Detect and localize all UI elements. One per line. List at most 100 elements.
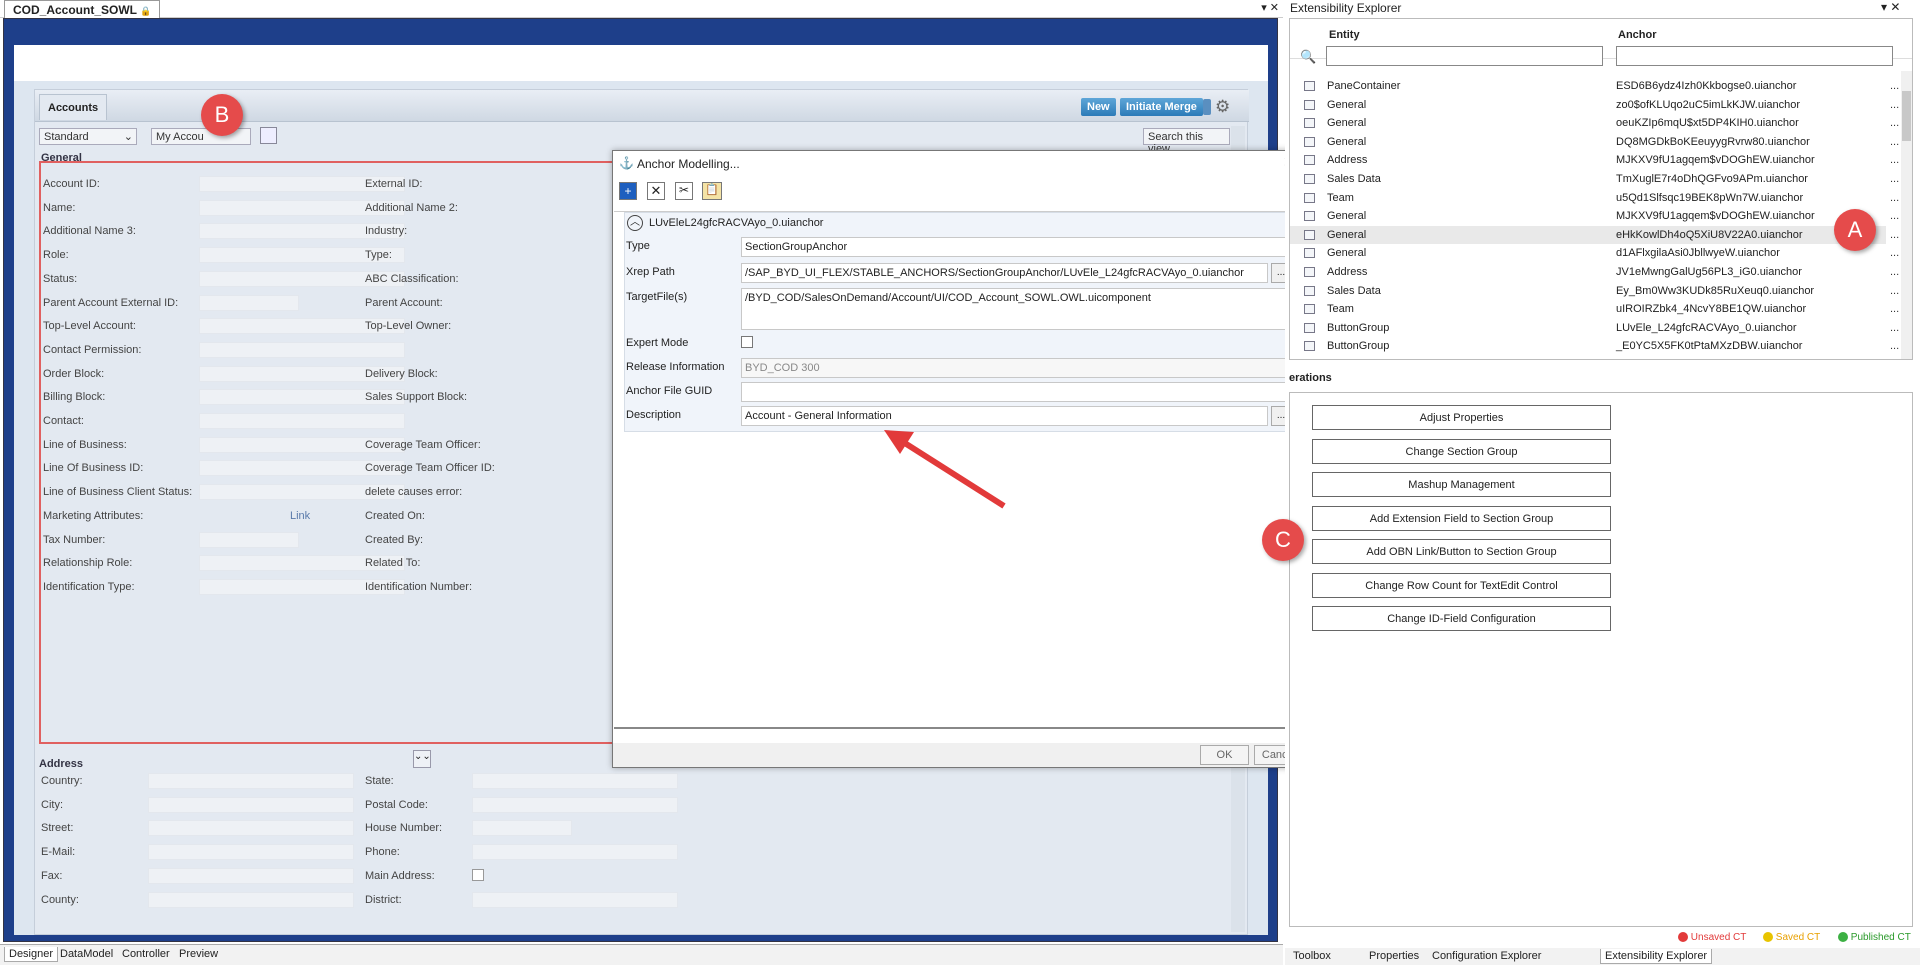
dialog-field-1[interactable]: /SAP_BYD_UI_FLEX/STABLE_ANCHORS/SectionG… xyxy=(741,263,1268,283)
row-ellipsis-button[interactable]: ... xyxy=(1890,303,1899,315)
field-input[interactable] xyxy=(472,844,678,861)
dialog-field-0[interactable]: SectionGroupAnchor xyxy=(741,237,1290,257)
dialog-row-label: Anchor File GUID xyxy=(626,385,713,397)
annotation-arrow xyxy=(884,430,1006,509)
entity-cell: Team xyxy=(1327,191,1354,204)
table-row[interactable]: General MJKXV9fU1agqem$vDOGhEW.uianchor..… xyxy=(1290,207,1899,226)
row-ellipsis-button[interactable]: ... xyxy=(1890,80,1899,92)
table-scrollbar[interactable] xyxy=(1901,71,1912,359)
right-bottom-tab[interactable]: Configuration Explorer xyxy=(1428,949,1545,963)
field-input[interactable] xyxy=(148,891,354,908)
entity-cell: Team xyxy=(1327,303,1354,316)
row-ellipsis-button[interactable]: ... xyxy=(1890,173,1899,185)
anchor-cell: LUvEle_L24gfcRACVAyo_0.uianchor xyxy=(1616,321,1797,334)
table-row[interactable]: Sales Data Ey_Bm0Ww3KUDk85RuXeuq0.uiancho… xyxy=(1290,282,1899,301)
row-ellipsis-button[interactable]: ... xyxy=(1890,322,1899,334)
anchor-filter-input[interactable] xyxy=(1616,46,1893,66)
operation-button[interactable]: Adjust Properties xyxy=(1312,405,1611,430)
table-row[interactable]: ButtonGroup LUvEle_L24gfcRACVAyo_0.uianch… xyxy=(1290,319,1899,338)
bottom-tab[interactable]: Controller xyxy=(118,947,174,961)
field-input[interactable] xyxy=(472,773,678,789)
field-label: County: xyxy=(41,893,79,906)
dialog-field-2[interactable]: /BYD_COD/SalesOnDemand/Account/UI/COD_Ac… xyxy=(741,288,1290,330)
legend-unsaved: Unsaved CT xyxy=(1678,932,1746,943)
row-ellipsis-button[interactable]: ... xyxy=(1890,266,1899,278)
ok-button[interactable]: OK xyxy=(1200,745,1249,765)
table-row[interactable]: General oeuKZIp6mqU$xt5DP4KIH0.uianchor..… xyxy=(1290,114,1899,133)
entity-icon xyxy=(1304,81,1315,91)
bottom-tab[interactable]: Preview xyxy=(175,947,222,961)
lock-icon: 🔒 xyxy=(140,6,152,16)
row-ellipsis-button[interactable]: ... xyxy=(1890,229,1899,241)
doc-window-controls[interactable]: ▾ ✕ xyxy=(1261,1,1279,14)
field-label: House Number: xyxy=(365,822,443,835)
row-ellipsis-button[interactable]: ... xyxy=(1890,192,1899,204)
row-ellipsis-button[interactable]: ... xyxy=(1890,340,1899,352)
entity-filter-input[interactable] xyxy=(1326,46,1603,66)
entity-cell: General xyxy=(1327,98,1367,111)
row-ellipsis-button[interactable]: ... xyxy=(1890,154,1899,166)
entity-cell: Sales Data xyxy=(1327,284,1381,297)
row-ellipsis-button[interactable]: ... xyxy=(1890,247,1899,259)
dialog-row-label: TargetFile(s) xyxy=(626,291,688,303)
field-input[interactable] xyxy=(472,820,572,837)
bottom-tab[interactable]: Designer xyxy=(4,947,59,962)
field-input[interactable] xyxy=(472,796,678,813)
operation-button[interactable]: Change Row Count for TextEdit Control xyxy=(1312,572,1611,598)
table-row[interactable]: Address MJKXV9fU1agqem$vDOGhEW.uianchor..… xyxy=(1290,151,1899,170)
dialog-field-5[interactable] xyxy=(741,382,1290,402)
paste-icon[interactable]: 📋 xyxy=(702,182,722,200)
pane-controls[interactable]: ▾ ✕ xyxy=(1881,0,1900,14)
search-icon[interactable]: 🔍 xyxy=(1300,49,1316,65)
operation-button[interactable]: Add OBN Link/Button to Section Group xyxy=(1312,539,1611,564)
anchor-cell: JV1eMwngGalUg56PL3_iG0.uianchor xyxy=(1616,266,1802,278)
entity-icon xyxy=(1304,304,1315,315)
row-ellipsis-button[interactable]: ... xyxy=(1890,210,1899,222)
entity-icon xyxy=(1304,229,1315,240)
row-ellipsis-button[interactable]: ... xyxy=(1890,285,1899,297)
row-ellipsis-button[interactable]: ... xyxy=(1890,136,1899,148)
bottom-tab[interactable]: DataModel xyxy=(56,947,117,961)
field-input[interactable] xyxy=(148,773,354,789)
table-row[interactable]: Address JV1eMwngGalUg56PL3_iG0.uianchor..… xyxy=(1290,263,1899,282)
field-input[interactable] xyxy=(472,891,678,908)
anchor-cell: d1AFlxgilaAsi0JbllwyeW.uianchor xyxy=(1616,247,1780,260)
table-row[interactable]: General d1AFlxgilaAsi0JbllwyeW.uianchor..… xyxy=(1290,244,1899,263)
doc-tab-title: COD_Account_SOWL xyxy=(13,3,137,17)
anchor-icon: ⚓ xyxy=(619,156,634,170)
operation-button[interactable]: Change ID-Field Configuration xyxy=(1312,606,1611,631)
row-ellipsis-button[interactable]: ... xyxy=(1890,99,1899,111)
field-label: Street: xyxy=(41,822,74,835)
anchor-cell: ESD6B6ydz4Izh0Kkbogse0.uianchor xyxy=(1616,80,1797,92)
tab-cod-account-sowl[interactable]: COD_Account_SOWL 🔒 xyxy=(4,0,161,18)
cut-icon[interactable]: ✂ xyxy=(675,182,693,200)
operation-button[interactable]: Change Section Group xyxy=(1312,438,1611,464)
right-bottom-tab[interactable]: Toolbox xyxy=(1289,949,1335,963)
table-row[interactable]: General eHkKowlDh4oQ5XiU8V22A0.uianchor..… xyxy=(1290,225,1899,245)
table-row[interactable]: Sales Data TmXuglE7r4oDhQGFvo9APm.uiancho… xyxy=(1290,170,1899,189)
right-bottom-tab[interactable]: Properties xyxy=(1365,949,1423,963)
main-address-checkbox[interactable] xyxy=(472,868,484,881)
dialog-row-label: Release Information xyxy=(626,361,725,373)
operation-button[interactable]: Mashup Management xyxy=(1312,472,1611,497)
field-input[interactable] xyxy=(148,820,354,837)
table-row[interactable]: ButtonGroup _E0YC5X5FK0tPtaMXzDBW.uiancho… xyxy=(1290,337,1899,356)
annotation-badge-c: C xyxy=(1262,519,1304,561)
field-input[interactable] xyxy=(148,844,354,861)
operation-button[interactable]: Add Extension Field to Section Group xyxy=(1312,505,1611,531)
table-row[interactable]: Team uIROIRZbk4_4NcvY8BE1QW.uianchor... xyxy=(1290,300,1899,319)
expert-mode-checkbox[interactable] xyxy=(741,336,753,348)
field-input[interactable] xyxy=(148,867,354,884)
collapse-circle-icon[interactable]: ︿ xyxy=(627,215,643,231)
table-row[interactable]: Team u5Qd1Slfsqc19BEK8pWn7W.uianchor... xyxy=(1290,189,1899,208)
dialog-field-6[interactable]: Account - General Information xyxy=(741,406,1268,426)
field-input[interactable] xyxy=(148,796,354,813)
anchor-cell: DQ8MGDkBoKEeuyygRvrw80.uianchor xyxy=(1616,135,1810,148)
table-row[interactable]: General DQ8MGDkBoKEeuyygRvrw80.uianchor..… xyxy=(1290,133,1899,152)
table-row[interactable]: PaneContainer ESD6B6ydz4Izh0Kkbogse0.uian… xyxy=(1290,77,1899,96)
add-icon[interactable]: + xyxy=(619,182,637,200)
row-ellipsis-button[interactable]: ... xyxy=(1890,117,1899,129)
table-row[interactable]: General zo0$ofKLUqo2uC5imLkKJW.uianchor..… xyxy=(1290,96,1899,115)
right-bottom-tab[interactable]: Extensibility Explorer xyxy=(1600,949,1713,964)
delete-icon[interactable]: ✕ xyxy=(647,182,665,200)
